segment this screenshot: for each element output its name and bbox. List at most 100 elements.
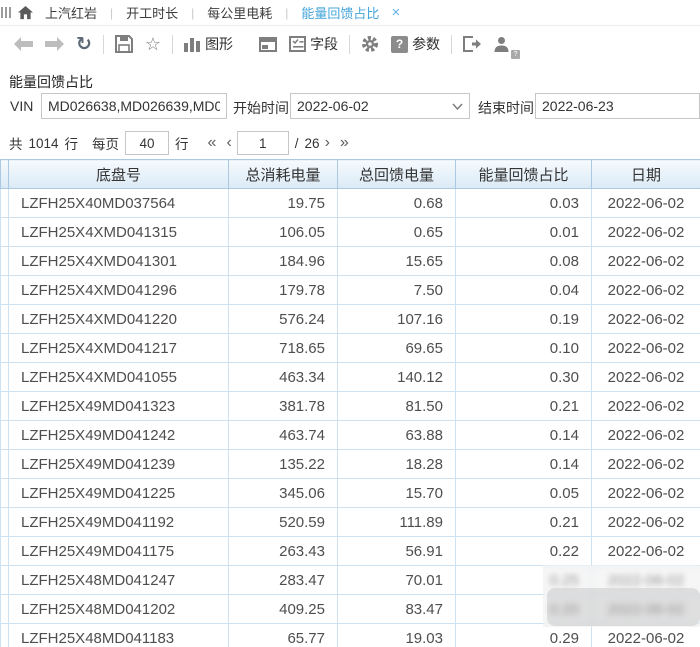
rows-unit: 行 xyxy=(65,133,79,153)
col-date[interactable]: 日期 xyxy=(592,160,700,189)
consumed-cell: 718.65 xyxy=(229,334,338,363)
settings-button[interactable] xyxy=(355,31,385,57)
export-button[interactable] xyxy=(457,31,487,57)
row-gutter xyxy=(1,595,9,624)
regen-cell: 83.47 xyxy=(338,595,456,624)
current-page-input[interactable] xyxy=(237,131,289,155)
per-page-label: 每页 xyxy=(92,133,119,153)
date-cell: 2022-06-02 xyxy=(592,218,700,247)
table-row[interactable]: LZFH25X4XMD041217718.6569.650.102022-06-… xyxy=(1,334,700,363)
regen-cell: 56.91 xyxy=(338,537,456,566)
fields-button[interactable]: 字段 xyxy=(283,31,344,57)
toolbar-divider xyxy=(349,35,350,54)
refresh-icon: ↻ xyxy=(76,35,92,54)
table-row[interactable]: LZFH25X4XMD041220576.24107.160.192022-06… xyxy=(1,305,700,334)
layout-button[interactable] xyxy=(253,31,283,57)
page-size-input[interactable] xyxy=(125,131,169,155)
refresh-button[interactable]: ↻ xyxy=(70,31,98,57)
tab-separator: | xyxy=(182,6,203,20)
params-button[interactable]: ? 参数 xyxy=(385,31,446,57)
chassis-cell: LZFH25X49MD041239 xyxy=(9,450,229,479)
home-icon[interactable] xyxy=(18,6,33,20)
forward-button[interactable] xyxy=(39,31,70,57)
chart-button[interactable]: 图形 xyxy=(178,31,239,57)
export-icon xyxy=(463,36,481,52)
table-row[interactable]: LZFH25X49MD041242463.7463.880.142022-06-… xyxy=(1,421,700,450)
tab-home[interactable]: 上汽红岩 xyxy=(41,3,101,22)
date-cell: 2022-06-02 xyxy=(592,305,700,334)
layout-panel-icon xyxy=(259,37,277,52)
end-date-input[interactable] xyxy=(535,93,700,119)
col-total-regen[interactable]: 总回馈电量 xyxy=(338,160,456,189)
table-row[interactable]: LZFH25X48MD04118365.7719.030.292022-06-0… xyxy=(1,624,700,647)
back-button[interactable] xyxy=(8,31,39,57)
table-row[interactable]: LZFH25X49MD041225345.0615.700.052022-06-… xyxy=(1,479,700,508)
date-cell: 2022-06-02 xyxy=(592,537,700,566)
save-button[interactable] xyxy=(109,31,139,57)
last-page-button[interactable]: » xyxy=(335,134,354,152)
table-row[interactable]: LZFH25X40MD03756419.750.680.032022-06-02 xyxy=(1,189,700,218)
col-regen-ratio[interactable]: 能量回馈占比 xyxy=(456,160,592,189)
regen-cell: 19.03 xyxy=(338,624,456,647)
table-row[interactable]: LZFH25X49MD041239135.2218.280.142022-06-… xyxy=(1,450,700,479)
chassis-cell: LZFH25X49MD041225 xyxy=(9,479,229,508)
ratio-cell: 0.08 xyxy=(456,247,592,276)
filter-row: VIN 开始时间 2022-06-02 结束时间 xyxy=(0,93,700,120)
tab-separator: | xyxy=(101,6,122,20)
row-gutter xyxy=(1,566,9,595)
table-row[interactable]: LZFH25X49MD041175263.4356.910.222022-06-… xyxy=(1,537,700,566)
row-gutter xyxy=(1,276,9,305)
toolbar-divider xyxy=(172,35,173,54)
tab-per-km-consumption[interactable]: 每公里电耗 xyxy=(203,3,276,22)
ratio-cell: 0.21 xyxy=(456,392,592,421)
bar-chart-icon xyxy=(184,36,201,52)
table-row[interactable]: LZFH25X4XMD041301184.9615.650.082022-06-… xyxy=(1,247,700,276)
table-header-row: 底盘号 总消耗电量 总回馈电量 能量回馈占比 日期 xyxy=(1,160,700,189)
watermark-overlay xyxy=(547,588,700,626)
consumed-cell: 409.25 xyxy=(229,595,338,624)
row-gutter xyxy=(1,305,9,334)
total-prefix: 共 xyxy=(9,133,23,153)
regen-cell: 18.28 xyxy=(338,450,456,479)
table-row[interactable]: LZFH25X4XMD041296179.787.500.042022-06-0… xyxy=(1,276,700,305)
table-row[interactable]: LZFH25X4XMD041055463.34140.120.302022-06… xyxy=(1,363,700,392)
total-rows: 1014 xyxy=(29,136,59,151)
table-row[interactable]: LZFH25X49MD041323381.7881.500.212022-06-… xyxy=(1,392,700,421)
regen-cell: 140.12 xyxy=(338,363,456,392)
consumed-cell: 263.43 xyxy=(229,537,338,566)
table-row[interactable]: LZFH25X49MD041192520.59111.890.212022-06… xyxy=(1,508,700,537)
chassis-cell: LZFH25X49MD041323 xyxy=(9,392,229,421)
params-label: 参数 xyxy=(412,34,440,54)
chevron-down-icon xyxy=(452,103,463,110)
col-chassis[interactable]: 底盘号 xyxy=(9,160,229,189)
regen-cell: 70.01 xyxy=(338,566,456,595)
tab-energy-regen-ratio[interactable]: 能量回馈占比 xyxy=(297,3,383,22)
user-button[interactable]: ? xyxy=(487,31,516,57)
date-cell: 2022-06-02 xyxy=(592,189,700,218)
col-total-consumed[interactable]: 总消耗电量 xyxy=(229,160,338,189)
end-time-label: 结束时间 xyxy=(478,98,534,118)
date-cell: 2022-06-02 xyxy=(592,450,700,479)
tab-separator: | xyxy=(276,6,297,20)
date-cell: 2022-06-02 xyxy=(592,508,700,537)
first-page-button[interactable]: « xyxy=(203,134,222,152)
regen-cell: 63.88 xyxy=(338,421,456,450)
vin-label: VIN xyxy=(10,98,33,114)
ratio-cell: 0.14 xyxy=(456,450,592,479)
row-gutter xyxy=(1,334,9,363)
next-page-button[interactable]: › xyxy=(320,134,335,152)
row-gutter xyxy=(1,189,9,218)
favorite-button[interactable]: ☆ xyxy=(139,31,167,57)
row-gutter xyxy=(1,624,9,647)
prev-page-button[interactable]: ‹ xyxy=(221,134,236,152)
gear-icon xyxy=(361,35,379,53)
row-gutter xyxy=(1,537,9,566)
vin-input[interactable] xyxy=(41,93,227,119)
consumed-cell: 184.96 xyxy=(229,247,338,276)
chassis-cell: LZFH25X4XMD041217 xyxy=(9,334,229,363)
table-row[interactable]: LZFH25X4XMD041315106.050.650.012022-06-0… xyxy=(1,218,700,247)
tab-work-hours[interactable]: 开工时长 xyxy=(122,3,182,22)
close-tab-icon[interactable]: × xyxy=(391,4,400,21)
grip-icon[interactable] xyxy=(1,7,11,18)
start-date-select[interactable]: 2022-06-02 xyxy=(290,93,470,119)
